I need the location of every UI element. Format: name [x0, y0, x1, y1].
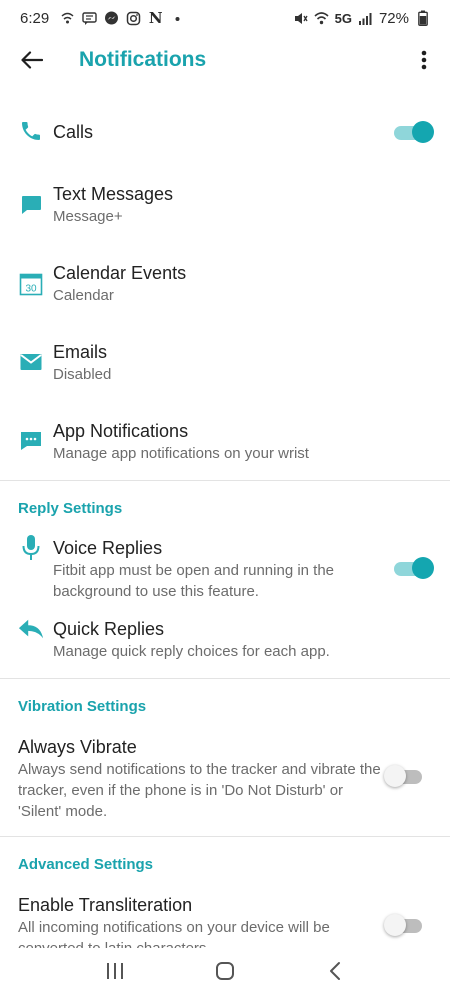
battery-percentage: 72% [378, 9, 409, 27]
reply-icon [18, 616, 44, 642]
dot-icon [170, 11, 185, 26]
list-item-subtitle: Always send notifications to the tracker… [18, 761, 381, 820]
list-item-subtitle: Manage quick reply choices for each app. [53, 643, 330, 660]
list-item-subtitle: Calendar [53, 287, 114, 304]
calendar-icon: 30 [18, 271, 44, 297]
back-arrow-icon [21, 50, 44, 74]
list-item-title: Calendar Events [53, 263, 187, 283]
calls-toggle[interactable] [394, 119, 434, 145]
list-item-voice-replies[interactable]: Voice Replies Fitbit app must be open an… [0, 535, 450, 601]
recent-apps-icon [105, 962, 125, 985]
list-item-subtitle: Message+ [53, 208, 123, 225]
list-item-emails[interactable]: Emails Disabled [0, 338, 450, 394]
mute-icon [293, 11, 308, 26]
section-header-advanced-settings: Advanced Settings [18, 856, 154, 873]
list-item-subtitle: Fitbit app must be open and running in t… [53, 562, 335, 600]
transliteration-toggle[interactable] [384, 912, 424, 938]
list-item-title: Text Messages [53, 184, 174, 204]
mail-icon [18, 349, 44, 375]
recent-apps-button[interactable] [100, 959, 130, 989]
more-options-button[interactable] [412, 48, 436, 76]
toggle-thumb [384, 765, 406, 787]
toggle-thumb [412, 121, 434, 143]
phone-icon [18, 118, 44, 144]
signal-icon [358, 11, 373, 26]
status-time: 6:29 [20, 9, 50, 27]
status-bar: 6:29 N 5G 72% [0, 0, 450, 36]
always-vibrate-toggle[interactable] [384, 763, 424, 789]
back-button[interactable] [18, 48, 46, 76]
toggle-thumb [384, 914, 406, 936]
list-item-title: Emails [53, 342, 108, 362]
voice-replies-toggle[interactable] [394, 555, 434, 581]
list-item-quick-replies[interactable]: Quick Replies Manage quick reply choices… [0, 616, 450, 666]
system-nav-bar [0, 948, 450, 999]
more-vert-icon [421, 50, 427, 75]
chat-bubble-icon [18, 192, 44, 218]
network-type-label: 5G [334, 10, 352, 26]
list-item-title: Calls [53, 122, 94, 142]
status-right: 5G 72% [293, 10, 430, 27]
page-title: Notifications [79, 48, 207, 71]
list-item-subtitle: Disabled [53, 366, 112, 383]
wifi-icon [314, 11, 329, 26]
list-item-subtitle: Manage app notifications on your wrist [53, 445, 309, 462]
app-notification-icon [18, 428, 44, 454]
list-item-text-messages[interactable]: Text Messages Message+ [0, 180, 450, 236]
battery-icon [415, 10, 430, 26]
messenger-icon [104, 11, 119, 26]
list-item-app-notifications[interactable]: App Notifications Manage app notificatio… [0, 417, 450, 473]
list-item-title: App Notifications [53, 421, 189, 441]
list-item-title: Voice Replies [53, 538, 163, 558]
status-left: 6:29 N [20, 9, 185, 27]
section-header-reply-settings: Reply Settings [18, 500, 123, 517]
divider [0, 480, 450, 481]
list-item-always-vibrate[interactable]: Always Vibrate Always send notifications… [0, 734, 450, 824]
list-item-calendar-events[interactable]: 30 Calendar Events Calendar [0, 259, 450, 315]
section-header-vibration-settings: Vibration Settings [18, 698, 147, 715]
toggle-thumb [412, 557, 434, 579]
calendar-day-text: 30 [25, 284, 37, 295]
home-icon [215, 961, 235, 986]
app-header: Notifications [0, 36, 450, 88]
microphone-icon [18, 535, 44, 561]
n-app-icon: N [148, 9, 163, 27]
list-item-title: Always Vibrate [18, 737, 137, 757]
instagram-icon [126, 11, 141, 26]
divider [0, 678, 450, 679]
back-nav-button[interactable] [320, 959, 350, 989]
list-item-title: Enable Transliteration [18, 895, 193, 915]
message-icon [82, 11, 97, 26]
list-item-title: Quick Replies [53, 619, 165, 639]
divider [0, 836, 450, 837]
back-nav-icon [328, 961, 342, 986]
home-button[interactable] [210, 959, 240, 989]
list-item-calls[interactable]: Calls [0, 108, 450, 158]
wifi-calling-icon [60, 11, 75, 26]
list-item-enable-transliteration[interactable]: Enable Transliteration All incoming noti… [0, 892, 450, 948]
list-item-subtitle: All incoming notifications on your devic… [18, 919, 330, 948]
